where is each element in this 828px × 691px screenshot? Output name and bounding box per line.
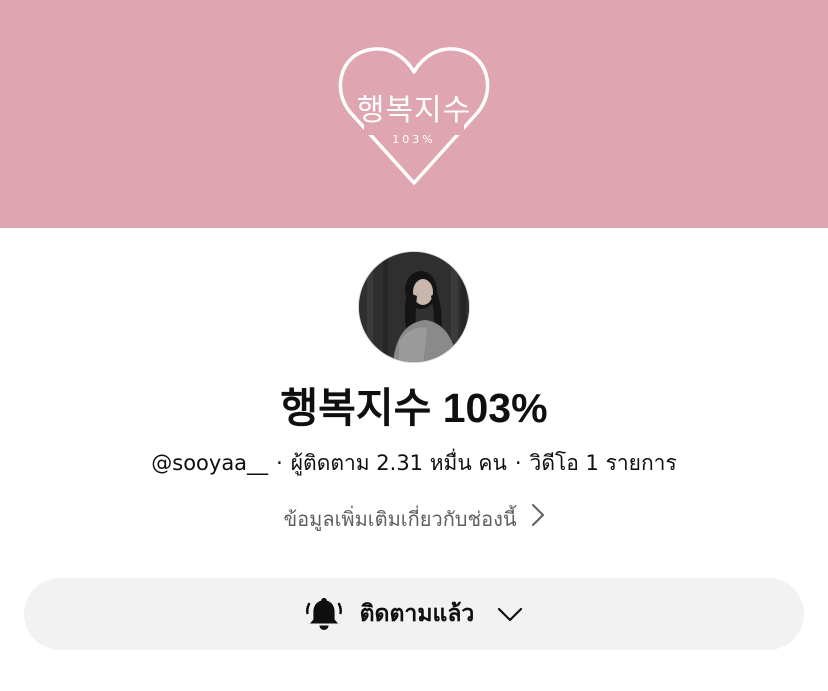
channel-header: 행복지수 103% 행복지수 103% @sooyaa__ · ผู้ติดตาม … xyxy=(0,0,828,691)
chevron-down-icon xyxy=(498,607,523,622)
channel-title: 행복지수 103% xyxy=(280,385,548,431)
more-info-link[interactable]: ข้อมูลเพิ่มเติมเกี่ยวกับช่องนี้ xyxy=(0,503,828,536)
chevron-right-icon xyxy=(531,503,545,536)
subscribed-label: ติดตามแล้ว xyxy=(359,600,475,626)
banner-logo: 행복지수 103% xyxy=(334,40,494,190)
channel-avatar[interactable] xyxy=(358,251,470,363)
video-count: วิดีโอ 1 รายการ xyxy=(529,451,677,475)
svg-text:행복지수: 행복지수 xyxy=(357,93,471,128)
meta-separator: · xyxy=(514,451,522,475)
more-info-label: ข้อมูลเพิ่มเติมเกี่ยวกับช่องนี้ xyxy=(283,507,517,531)
bell-icon xyxy=(305,598,342,630)
subscribed-button[interactable]: ติดตามแล้ว xyxy=(24,578,804,650)
meta-separator: · xyxy=(276,451,283,475)
channel-meta: @sooyaa__ · ผู้ติดตาม 2.31 หมื่น คน · วิดีโอ… xyxy=(0,448,828,478)
subscriber-count: ผู้ติดตาม 2.31 หมื่น คน xyxy=(290,451,507,475)
svg-text:103%: 103% xyxy=(392,133,435,146)
channel-banner: 행복지수 103% xyxy=(0,0,828,228)
channel-handle: @sooyaa__ xyxy=(151,451,269,475)
